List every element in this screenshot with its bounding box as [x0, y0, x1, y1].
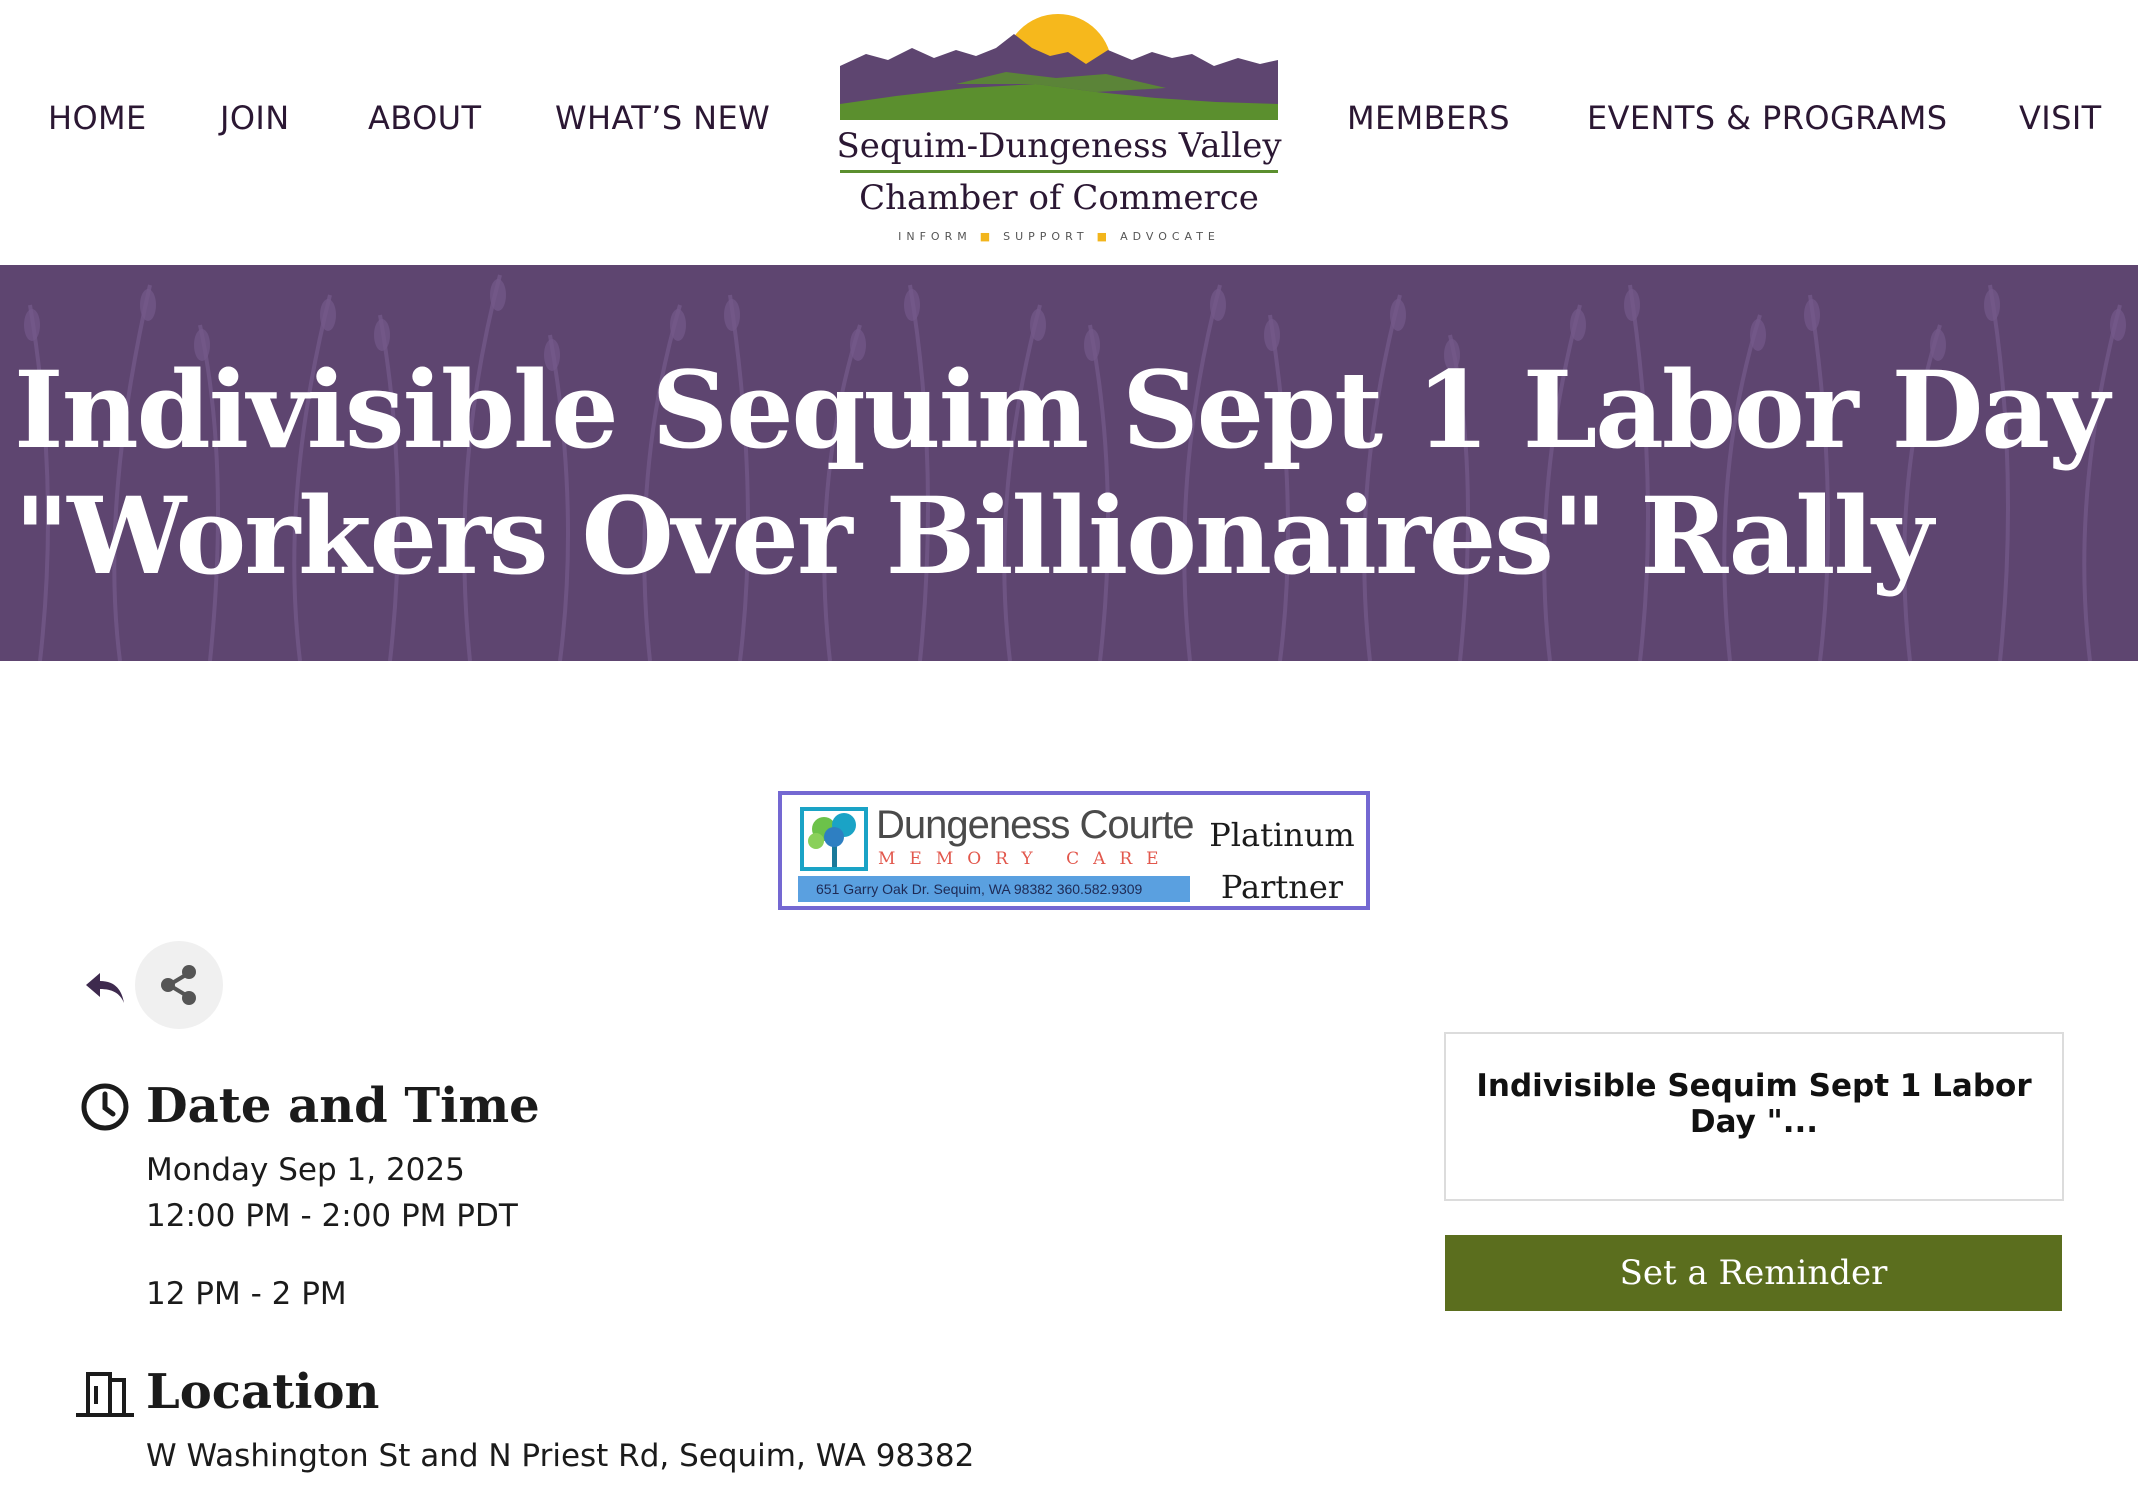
- share-icon: [161, 965, 196, 1005]
- set-reminder-button[interactable]: Set a Reminder: [1445, 1235, 2062, 1311]
- nav-members[interactable]: MEMBERS: [1347, 96, 1510, 140]
- sponsor-banner[interactable]: Dungeness Courte MEMORY CARE 651 Garry O…: [778, 791, 1370, 910]
- card-title: Indivisible Sequim Sept 1 Labor Day "...: [1476, 1068, 2032, 1140]
- logo-title-line2: Chamber of Commerce: [859, 178, 1259, 218]
- nav-home[interactable]: HOME: [48, 96, 147, 140]
- nav-events-programs[interactable]: EVENTS & PROGRAMS: [1587, 96, 1948, 140]
- sponsor-tier-line1: Platinum: [1209, 816, 1355, 854]
- tagline-support: SUPPORT: [1003, 230, 1089, 243]
- event-time: 12:00 PM - 2:00 PM PDT: [146, 1198, 518, 1234]
- nav-visit[interactable]: VISIT: [2019, 96, 2102, 140]
- reply-arrow-icon: [86, 973, 124, 1003]
- tree-logo-icon: [800, 807, 868, 871]
- location-heading: Location: [146, 1364, 380, 1420]
- share-button[interactable]: [135, 941, 223, 1029]
- tagline-dot-icon: ■: [1096, 230, 1113, 243]
- event-hero-banner: Indivisible Sequim Sept 1 Labor Day "Wor…: [0, 265, 2138, 661]
- tagline-inform: INFORM: [898, 230, 972, 243]
- clock-icon: [81, 1083, 129, 1131]
- sponsor-tier: Platinum Partner: [1200, 809, 1364, 913]
- logo-title-line1: Sequim-Dungeness Valley: [836, 126, 1282, 166]
- nav-whats-new[interactable]: WHAT’S NEW: [555, 96, 770, 140]
- sponsor-address: 651 Garry Oak Dr. Sequim, WA 98382 360.5…: [798, 876, 1190, 902]
- chamber-logo[interactable]: Sequim-Dungeness Valley Chamber of Comme…: [836, 8, 1282, 246]
- event-summary-card: Indivisible Sequim Sept 1 Labor Day "...: [1444, 1032, 2064, 1201]
- event-title: Indivisible Sequim Sept 1 Labor Day "Wor…: [14, 347, 2110, 598]
- tagline-advocate: ADVOCATE: [1120, 230, 1220, 243]
- building-icon: [76, 1372, 134, 1417]
- tagline-dot-icon: ■: [979, 230, 996, 243]
- event-date: Monday Sep 1, 2025: [146, 1152, 465, 1188]
- nav-about[interactable]: ABOUT: [368, 96, 481, 140]
- sponsor-brand-name: Dungeness Courte: [876, 803, 1195, 847]
- sponsor-subtitle: MEMORY CARE: [878, 849, 1173, 869]
- event-address: W Washington St and N Priest Rd, Sequim,…: [146, 1438, 975, 1474]
- logo-tagline: INFORM ■ SUPPORT ■ ADVOCATE: [836, 230, 1282, 243]
- event-time-note: 12 PM - 2 PM: [146, 1276, 347, 1312]
- back-button[interactable]: [82, 965, 128, 1011]
- sponsor-tier-line2: Partner: [1220, 868, 1344, 906]
- date-time-heading: Date and Time: [146, 1078, 540, 1134]
- nav-join[interactable]: JOIN: [220, 96, 290, 140]
- logo-mountain-sun-icon: [836, 14, 1282, 128]
- site-header: HOME JOIN ABOUT WHAT’S NEW Sequim-Dungen…: [0, 0, 2138, 265]
- logo-divider: [840, 170, 1278, 173]
